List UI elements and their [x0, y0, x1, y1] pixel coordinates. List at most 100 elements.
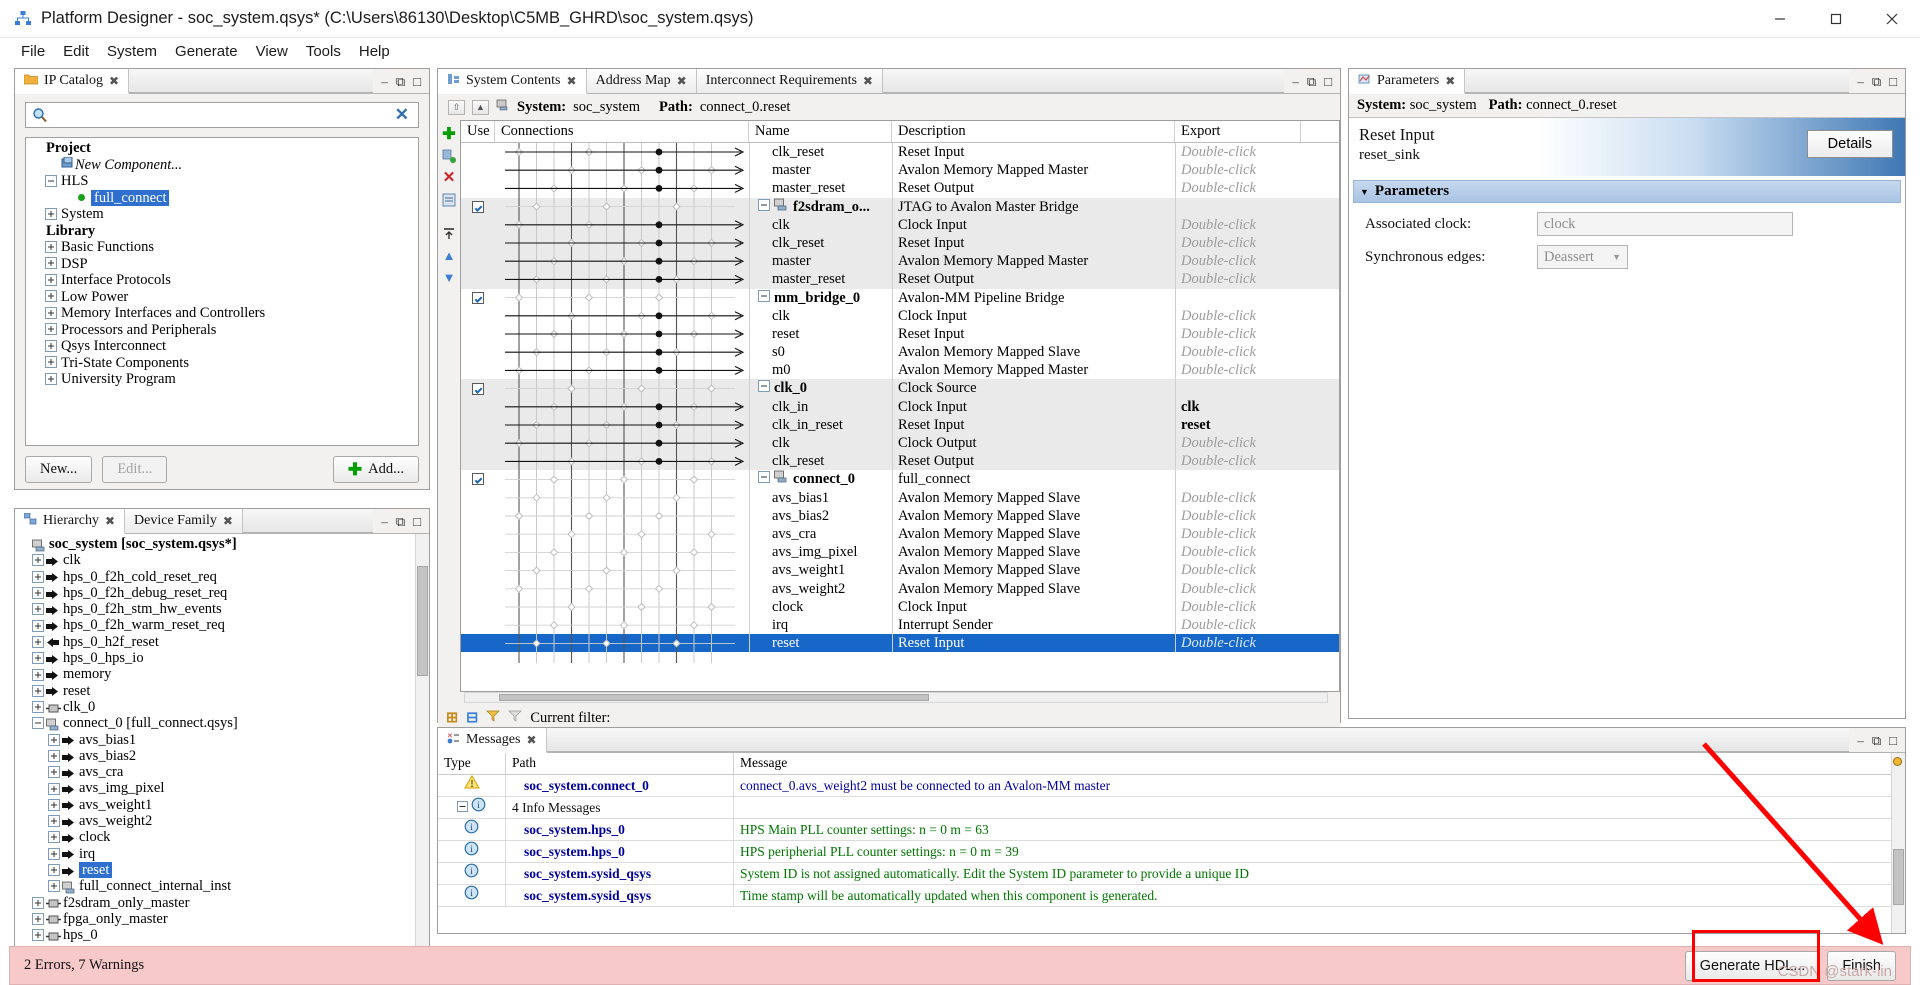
- hierarchy-tree-item[interactable]: avs_cra: [18, 764, 426, 780]
- hierarchy-tree-item[interactable]: hps_0: [18, 927, 426, 943]
- message-row[interactable]: soc_system.connect_0 connect_0.avs_weight…: [438, 774, 1905, 797]
- connections-cell[interactable]: [495, 361, 749, 379]
- filter-icon[interactable]: [486, 709, 501, 727]
- move-up-icon[interactable]: ▲: [442, 248, 457, 263]
- export-cell[interactable]: Double-click: [1175, 215, 1301, 234]
- connections-cell[interactable]: [495, 379, 749, 397]
- maximize-icon[interactable]: □: [1889, 75, 1897, 88]
- table-row[interactable]: clk Clock Input Double-click: [461, 306, 1339, 325]
- export-cell[interactable]: reset: [1175, 415, 1301, 434]
- export-cell[interactable]: [1175, 379, 1301, 398]
- connections-cell[interactable]: [495, 252, 749, 270]
- ip-catalog-tree-item[interactable]: Interface Protocols: [30, 272, 414, 289]
- expander-plus-icon[interactable]: [32, 912, 44, 925]
- export-cell[interactable]: Double-click: [1175, 506, 1301, 525]
- expander-plus-icon[interactable]: [32, 896, 44, 909]
- use-cell[interactable]: [461, 361, 495, 379]
- connections-cell[interactable]: [495, 143, 749, 161]
- hierarchy-tree-item[interactable]: full_connect_internal_inst: [18, 878, 426, 894]
- hierarchy-tree-item[interactable]: hps_0_hps_io: [18, 650, 426, 666]
- ip-catalog-tree-item[interactable]: University Program: [30, 371, 414, 388]
- export-cell[interactable]: Double-click: [1175, 324, 1301, 344]
- edit-icon[interactable]: [442, 192, 457, 207]
- restore-icon[interactable]: ⧉: [1872, 75, 1881, 88]
- connections-cell[interactable]: [495, 179, 749, 197]
- table-row[interactable]: clk_reset Reset Input Double-click: [461, 233, 1339, 253]
- use-cell[interactable]: [461, 270, 495, 288]
- close-icon[interactable]: ✖: [526, 733, 536, 748]
- table-row[interactable]: connect_0 full_connect: [461, 470, 1339, 489]
- connections-cell[interactable]: [495, 325, 749, 343]
- use-cell[interactable]: [461, 325, 495, 343]
- use-cell[interactable]: [461, 543, 495, 561]
- hierarchy-tree-item[interactable]: avs_bias2: [18, 748, 426, 764]
- expander-plus-icon[interactable]: [45, 207, 58, 221]
- use-cell[interactable]: [461, 470, 495, 488]
- table-row[interactable]: f2sdram_o... JTAG to Avalon Master Bridge: [461, 197, 1339, 216]
- new-button[interactable]: New...: [25, 456, 93, 483]
- scrollbar-thumb[interactable]: [1893, 849, 1904, 905]
- table-row[interactable]: reset Reset Input Double-click: [461, 634, 1339, 653]
- expander-plus-icon[interactable]: [45, 257, 58, 270]
- message-row[interactable]: i soc_system.sysid_qsys System ID is not a…: [438, 862, 1905, 885]
- associated-clock-input[interactable]: clock: [1537, 212, 1793, 236]
- parameters-section-header[interactable]: ▼ Parameters: [1353, 180, 1901, 203]
- connections-cell[interactable]: [495, 198, 749, 216]
- table-row[interactable]: clk Clock Output Double-click: [461, 434, 1339, 453]
- table-row[interactable]: master Avalon Memory Mapped Master Double-…: [461, 161, 1339, 180]
- use-cell[interactable]: [461, 561, 495, 579]
- table-row[interactable]: avs_weight1 Avalon Memory Mapped Slave Dou…: [461, 561, 1339, 580]
- use-cell[interactable]: [461, 216, 495, 234]
- expander-plus-icon[interactable]: [48, 750, 60, 762]
- export-cell[interactable]: clk: [1175, 397, 1301, 416]
- use-cell[interactable]: [461, 252, 495, 270]
- expander-plus-icon[interactable]: [48, 831, 60, 844]
- export-cell[interactable]: Double-click: [1175, 452, 1301, 471]
- export-cell[interactable]: Double-click: [1175, 524, 1301, 544]
- filter-add-icon[interactable]: ⊞: [446, 710, 458, 727]
- use-cell[interactable]: [461, 580, 495, 598]
- connections-cell[interactable]: [495, 307, 749, 325]
- message-row[interactable]: i soc_system.sysid_qsys Time stamp will be…: [438, 884, 1905, 907]
- minimize-icon[interactable]: [1752, 0, 1808, 38]
- minimize-icon[interactable]: –: [381, 515, 388, 528]
- expander-plus-icon[interactable]: [32, 587, 44, 600]
- use-cell[interactable]: [461, 507, 495, 525]
- ip-catalog-tree-item[interactable]: Memory Interfaces and Controllers: [30, 305, 414, 322]
- ip-catalog-tree-item[interactable]: System: [30, 206, 414, 223]
- tab-hierarchy[interactable]: Hierarchy ✖: [15, 509, 126, 534]
- expander-plus-icon[interactable]: [48, 733, 60, 746]
- expander-plus-icon[interactable]: [45, 290, 58, 303]
- restore-icon[interactable]: ⧉: [396, 75, 405, 88]
- connections-cell[interactable]: [495, 580, 749, 598]
- table-row[interactable]: clock Clock Input Double-click: [461, 597, 1339, 616]
- expander-plus-icon[interactable]: [32, 570, 44, 583]
- column-header-export[interactable]: Export: [1175, 121, 1301, 142]
- expander-minus-icon[interactable]: [758, 470, 770, 488]
- ip-catalog-tree-item[interactable]: Qsys Interconnect: [30, 338, 414, 355]
- maximize-icon[interactable]: □: [1889, 734, 1897, 747]
- hierarchy-tree-item[interactable]: reset: [18, 683, 426, 699]
- ip-catalog-tree-item[interactable]: full_connect: [30, 189, 414, 206]
- hierarchy-tree-item[interactable]: hps_0_f2h_warm_reset_req: [18, 617, 426, 633]
- hierarchy-tree-item[interactable]: soc_system [soc_system.qsys*]: [18, 536, 426, 552]
- hierarchy-tree-item[interactable]: hps_0_f2h_stm_hw_events: [18, 601, 426, 617]
- table-row[interactable]: mm_bridge_0 Avalon-MM Pipeline Bridge: [461, 288, 1339, 307]
- connections-cell[interactable]: [495, 525, 749, 543]
- hierarchy-tree-item[interactable]: avs_weight2: [18, 813, 426, 829]
- use-cell[interactable]: [461, 634, 495, 652]
- message-row[interactable]: i soc_system.hps_0 HPS Main PLL counter se…: [438, 818, 1905, 841]
- table-row[interactable]: clk_0 Clock Source: [461, 379, 1339, 398]
- export-cell[interactable]: Double-click: [1175, 543, 1301, 562]
- connections-cell[interactable]: [495, 234, 749, 252]
- clear-icon[interactable]: ✕: [390, 105, 414, 125]
- maximize-icon[interactable]: □: [413, 75, 421, 88]
- ip-catalog-tree-item[interactable]: Project: [30, 140, 414, 157]
- expander-plus-icon[interactable]: [45, 323, 58, 336]
- close-icon[interactable]: ✖: [105, 514, 115, 529]
- tab-messages[interactable]: ✕ Messages ✖: [438, 728, 547, 753]
- minimize-icon[interactable]: –: [1857, 734, 1864, 747]
- tab-system-contents[interactable]: System Contents ✖: [438, 69, 587, 94]
- messages-table[interactable]: Type Path Message soc_system.connect_0 co…: [438, 753, 1905, 933]
- export-cell[interactable]: Double-click: [1175, 597, 1301, 616]
